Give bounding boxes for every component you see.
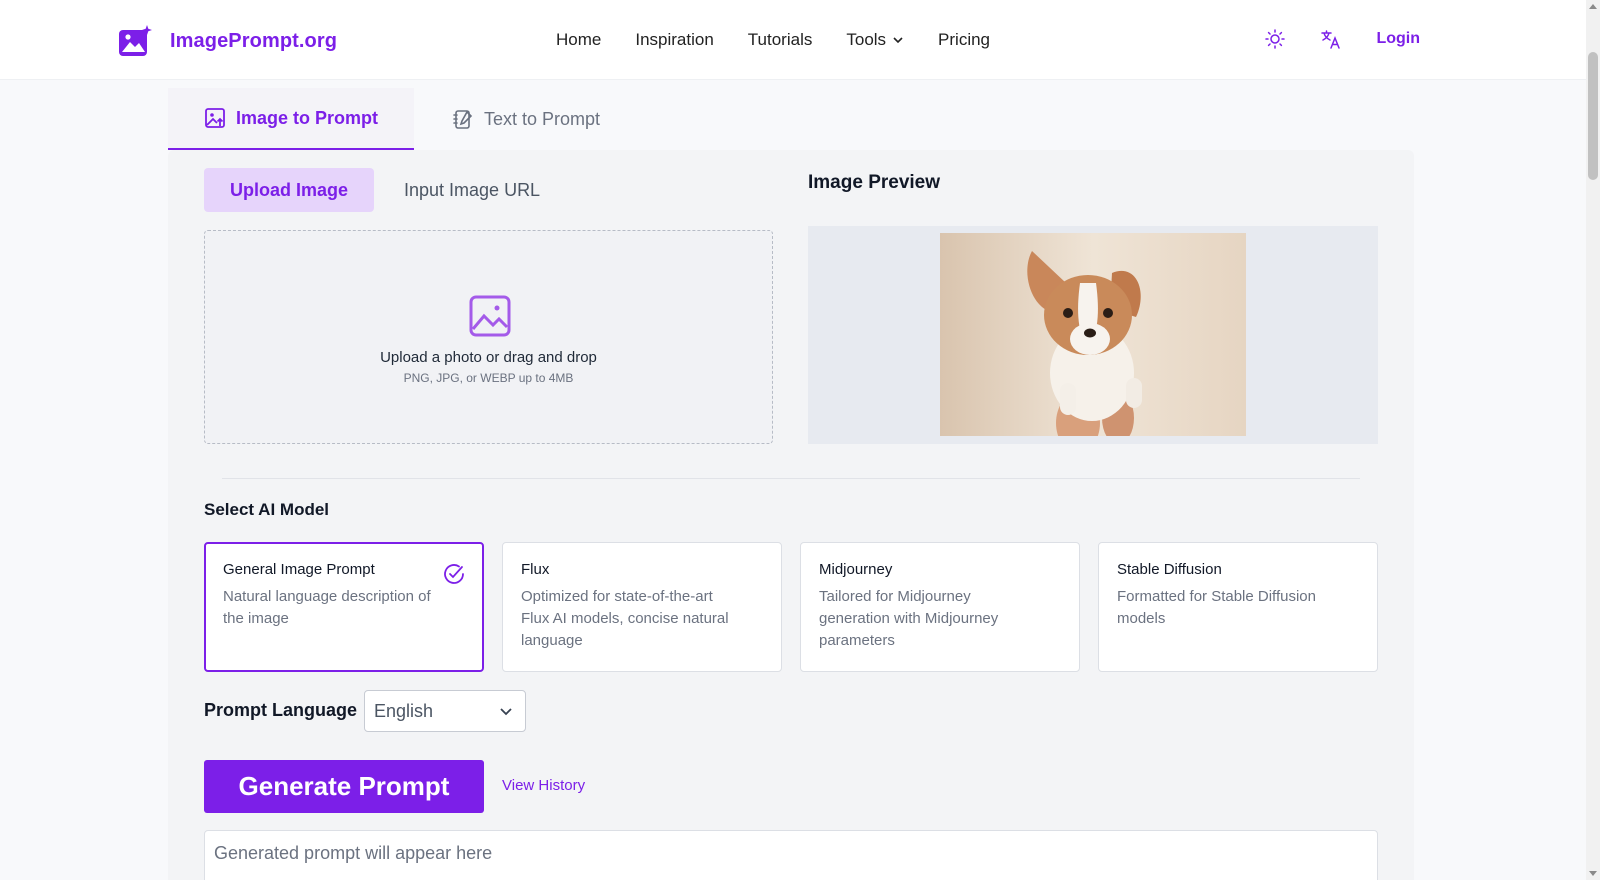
header-actions: Login: [1264, 28, 1420, 50]
generated-prompt-output[interactable]: Generated prompt will appear here: [204, 830, 1378, 880]
prompt-language-label: Prompt Language: [204, 700, 358, 720]
nav-tutorials[interactable]: Tutorials: [748, 30, 813, 50]
select-model-label: Select AI Model: [204, 500, 330, 519]
sun-icon[interactable]: [1264, 28, 1286, 50]
model-card-general[interactable]: General Image Prompt Natural language de…: [204, 542, 484, 672]
model-card-flux[interactable]: Flux Optimized for state-of-the-art Flux…: [502, 542, 782, 672]
image-preview-area: [808, 226, 1378, 444]
logo[interactable]: ImagePrompt.org: [118, 24, 337, 58]
model-title: Midjourney: [819, 561, 893, 578]
tab-upload-image[interactable]: Upload Image: [204, 168, 374, 212]
dropzone-subtext: PNG, JPG, or WEBP up to 4MB: [403, 371, 574, 385]
site-header: ImagePrompt.org Home Inspiration Tutoria…: [0, 0, 1586, 80]
section-divider: [222, 478, 1360, 479]
nav-pricing[interactable]: Pricing: [938, 30, 990, 50]
model-card-midjourney[interactable]: Midjourney Tailored for Midjourney gener…: [800, 542, 1080, 672]
page-scrollbar[interactable]: [1586, 0, 1600, 880]
model-title: General Image Prompt: [223, 561, 375, 578]
nav-inspiration[interactable]: Inspiration: [635, 30, 713, 50]
model-desc: Formatted for Stable Diffusion models: [1117, 588, 1316, 627]
language-value: English: [374, 700, 434, 721]
generate-prompt-button[interactable]: Generate Prompt: [204, 760, 484, 813]
upload-dropzone[interactable]: Upload a photo or drag and drop PNG, JPG…: [204, 230, 773, 444]
prompt-language-select[interactable]: English: [364, 690, 526, 732]
nav-tools[interactable]: Tools: [846, 30, 904, 50]
model-desc: Tailored for Midjourney generation with …: [819, 588, 999, 649]
tab-text-to-prompt[interactable]: Text to Prompt: [452, 88, 600, 150]
model-card-stable-diffusion[interactable]: Stable Diffusion Formatted for Stable Di…: [1098, 542, 1378, 672]
tab-image-to-prompt-label: Image to Prompt: [235, 107, 378, 128]
scroll-thumb[interactable]: [1588, 52, 1598, 180]
chevron-down-icon: [893, 37, 903, 44]
logo-text: ImagePrompt.org: [170, 29, 338, 52]
model-desc: Optimized for state-of-the-art Flux AI m…: [521, 588, 729, 649]
image-icon: [469, 295, 511, 337]
model-desc: Natural language description of the imag…: [223, 588, 431, 627]
nav-home[interactable]: Home: [556, 30, 601, 50]
check-circle-icon: [444, 564, 464, 584]
tab-input-image-url[interactable]: Input Image URL: [404, 168, 540, 212]
translate-icon[interactable]: [1320, 28, 1342, 50]
notebook-pen-icon: [453, 110, 473, 129]
chevron-down-icon: [500, 708, 512, 716]
tab-image-to-prompt[interactable]: Image to Prompt: [168, 88, 414, 150]
scroll-down-arrow-icon[interactable]: [1589, 871, 1597, 876]
view-history-link[interactable]: View History: [502, 777, 585, 794]
tab-text-to-prompt-label: Text to Prompt: [484, 108, 601, 129]
scroll-up-arrow-icon[interactable]: [1589, 4, 1597, 9]
image-upload-icon: [205, 108, 225, 128]
preview-photo-puppy: [940, 233, 1246, 436]
preview-title: Image Preview: [808, 172, 941, 193]
dropzone-text: Upload a photo or drag and drop: [380, 349, 597, 366]
nav-tools-label: Tools: [846, 30, 887, 49]
logo-image-sparkle-icon: [119, 25, 152, 56]
model-title: Stable Diffusion: [1117, 561, 1222, 578]
login-link[interactable]: Login: [1376, 30, 1420, 48]
main-nav: Home Inspiration Tutorials Tools Pricing: [556, 30, 990, 50]
model-title: Flux: [521, 561, 550, 578]
